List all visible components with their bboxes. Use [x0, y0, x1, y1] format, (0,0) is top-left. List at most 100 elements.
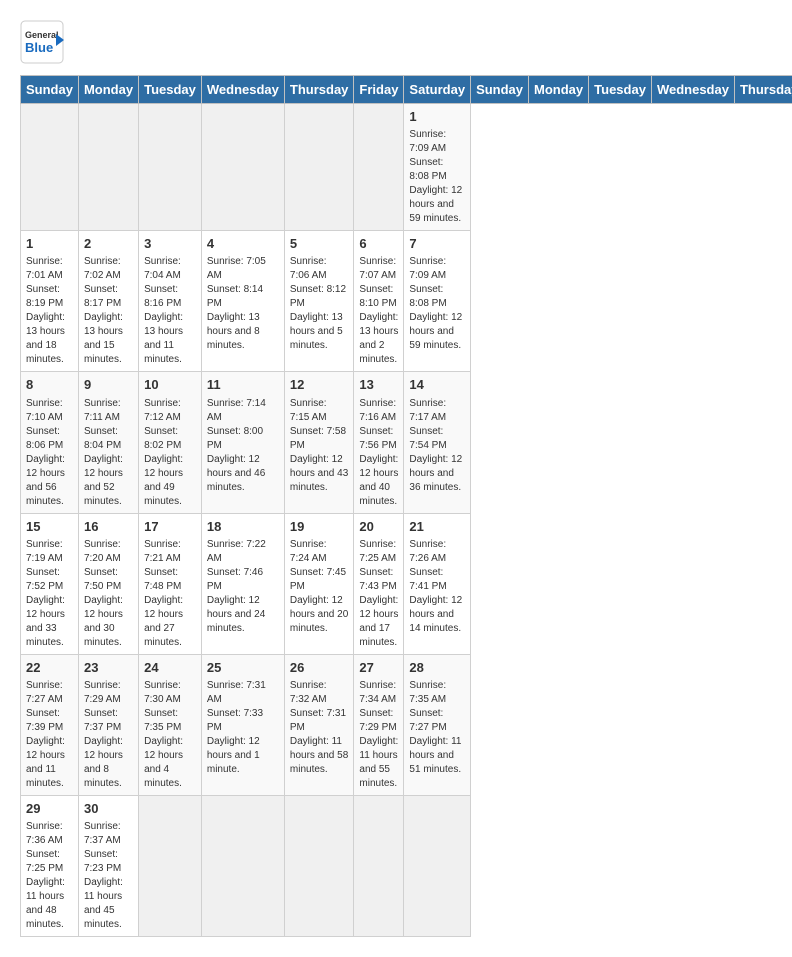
- day-number: 27: [359, 659, 398, 677]
- day-number: 17: [144, 518, 196, 536]
- column-header-saturday: Saturday: [404, 76, 471, 104]
- day-info: Sunrise: 7:35 AM Sunset: 7:27 PM Dayligh…: [409, 679, 465, 777]
- calendar-cell: 8 Sunrise: 7:10 AM Sunset: 8:06 PM Daylig…: [21, 372, 79, 513]
- day-number: 26: [290, 659, 349, 677]
- svg-text:Blue: Blue: [25, 40, 53, 55]
- column-header-thursday: Thursday: [284, 76, 354, 104]
- column-header-sunday: Sunday: [471, 76, 529, 104]
- calendar-cell: 1Sunrise: 7:09 AM Sunset: 8:08 PM Daylig…: [404, 104, 471, 231]
- calendar-cell: 7 Sunrise: 7:09 AM Sunset: 8:08 PM Daylig…: [404, 231, 471, 372]
- calendar-cell: [78, 104, 138, 231]
- column-header-monday: Monday: [78, 76, 138, 104]
- day-info: Sunrise: 7:01 AM Sunset: 8:19 PM Dayligh…: [26, 255, 73, 367]
- calendar-cell: 5 Sunrise: 7:06 AM Sunset: 8:12 PM Daylig…: [284, 231, 354, 372]
- calendar-week-2: 1 Sunrise: 7:01 AM Sunset: 8:19 PM Daylig…: [21, 231, 792, 372]
- calendar-cell: [201, 104, 284, 231]
- day-number: 1: [26, 235, 73, 253]
- day-info: Sunrise: 7:37 AM Sunset: 7:23 PM Dayligh…: [84, 820, 133, 932]
- day-number: 14: [409, 376, 465, 394]
- day-info: Sunrise: 7:22 AM Sunset: 7:46 PM Dayligh…: [207, 538, 279, 636]
- day-number: 12: [290, 376, 349, 394]
- calendar-cell: [139, 795, 202, 936]
- day-number: 13: [359, 376, 398, 394]
- day-info: Sunrise: 7:10 AM Sunset: 8:06 PM Dayligh…: [26, 397, 73, 509]
- day-number: 16: [84, 518, 133, 536]
- day-number: 21: [409, 518, 465, 536]
- calendar-cell: [21, 104, 79, 231]
- day-number: 28: [409, 659, 465, 677]
- day-number: 18: [207, 518, 279, 536]
- column-header-tuesday: Tuesday: [139, 76, 202, 104]
- calendar-cell: 29 Sunrise: 7:36 AM Sunset: 7:25 PM Dayli…: [21, 795, 79, 936]
- calendar-cell: 10 Sunrise: 7:12 AM Sunset: 8:02 PM Dayli…: [139, 372, 202, 513]
- calendar-cell: 30 Sunrise: 7:37 AM Sunset: 7:23 PM Dayli…: [78, 795, 138, 936]
- calendar-cell: 3Sunrise: 7:04 AM Sunset: 8:16 PM Daylig…: [139, 231, 202, 372]
- column-header-wednesday: Wednesday: [201, 76, 284, 104]
- day-info: Sunrise: 7:06 AM Sunset: 8:12 PM Dayligh…: [290, 255, 349, 353]
- day-number: 10: [144, 376, 196, 394]
- day-number: 30: [84, 800, 133, 818]
- day-number: 4: [207, 235, 279, 253]
- calendar-cell: 14Sunrise: 7:17 AM Sunset: 7:54 PM Dayli…: [404, 372, 471, 513]
- day-number: 6: [359, 235, 398, 253]
- calendar-cell: 20Sunrise: 7:25 AM Sunset: 7:43 PM Dayli…: [354, 513, 404, 654]
- day-info: Sunrise: 7:14 AM Sunset: 8:00 PM Dayligh…: [207, 397, 279, 495]
- day-number: 3: [144, 235, 196, 253]
- day-info: Sunrise: 7:20 AM Sunset: 7:50 PM Dayligh…: [84, 538, 133, 650]
- calendar-cell: 26 Sunrise: 7:32 AM Sunset: 7:31 PM Dayli…: [284, 654, 354, 795]
- day-info: Sunrise: 7:05 AM Sunset: 8:14 PM Dayligh…: [207, 255, 279, 353]
- calendar-cell: 1 Sunrise: 7:01 AM Sunset: 8:19 PM Daylig…: [21, 231, 79, 372]
- column-header-friday: Friday: [354, 76, 404, 104]
- day-info: Sunrise: 7:09 AM Sunset: 8:08 PM Dayligh…: [409, 128, 465, 226]
- logo-svg: General Blue: [20, 20, 110, 65]
- day-info: Sunrise: 7:02 AM Sunset: 8:17 PM Dayligh…: [84, 255, 133, 367]
- calendar-cell: 25Sunrise: 7:31 AM Sunset: 7:33 PM Dayli…: [201, 654, 284, 795]
- column-header-wednesday: Wednesday: [651, 76, 734, 104]
- day-number: 29: [26, 800, 73, 818]
- day-info: Sunrise: 7:36 AM Sunset: 7:25 PM Dayligh…: [26, 820, 73, 932]
- calendar-cell: 9Sunrise: 7:11 AM Sunset: 8:04 PM Daylig…: [78, 372, 138, 513]
- calendar-cell: [139, 104, 202, 231]
- page-header: General Blue: [20, 20, 772, 65]
- day-info: Sunrise: 7:26 AM Sunset: 7:41 PM Dayligh…: [409, 538, 465, 636]
- day-info: Sunrise: 7:16 AM Sunset: 7:56 PM Dayligh…: [359, 397, 398, 509]
- day-info: Sunrise: 7:09 AM Sunset: 8:08 PM Dayligh…: [409, 255, 465, 353]
- calendar-cell: 6Sunrise: 7:07 AM Sunset: 8:10 PM Daylig…: [354, 231, 404, 372]
- day-number: 22: [26, 659, 73, 677]
- day-info: Sunrise: 7:12 AM Sunset: 8:02 PM Dayligh…: [144, 397, 196, 509]
- day-number: 5: [290, 235, 349, 253]
- calendar-cell: 12 Sunrise: 7:15 AM Sunset: 7:58 PM Dayli…: [284, 372, 354, 513]
- column-header-monday: Monday: [529, 76, 589, 104]
- calendar-week-6: 29 Sunrise: 7:36 AM Sunset: 7:25 PM Dayli…: [21, 795, 792, 936]
- column-header-sunday: Sunday: [21, 76, 79, 104]
- calendar-cell: 18 Sunrise: 7:22 AM Sunset: 7:46 PM Dayli…: [201, 513, 284, 654]
- calendar-cell: 13 Sunrise: 7:16 AM Sunset: 7:56 PM Dayli…: [354, 372, 404, 513]
- calendar-cell: 28 Sunrise: 7:35 AM Sunset: 7:27 PM Dayli…: [404, 654, 471, 795]
- calendar-cell: 27 Sunrise: 7:34 AM Sunset: 7:29 PM Dayli…: [354, 654, 404, 795]
- calendar-cell: 11 Sunrise: 7:14 AM Sunset: 8:00 PM Dayli…: [201, 372, 284, 513]
- day-number: 2: [84, 235, 133, 253]
- calendar-week-4: 15Sunrise: 7:19 AM Sunset: 7:52 PM Dayli…: [21, 513, 792, 654]
- calendar-cell: 21 Sunrise: 7:26 AM Sunset: 7:41 PM Dayli…: [404, 513, 471, 654]
- calendar-cell: 2 Sunrise: 7:02 AM Sunset: 8:17 PM Daylig…: [78, 231, 138, 372]
- day-info: Sunrise: 7:15 AM Sunset: 7:58 PM Dayligh…: [290, 397, 349, 495]
- day-info: Sunrise: 7:21 AM Sunset: 7:48 PM Dayligh…: [144, 538, 196, 650]
- calendar-cell: 24Sunrise: 7:30 AM Sunset: 7:35 PM Dayli…: [139, 654, 202, 795]
- day-info: Sunrise: 7:34 AM Sunset: 7:29 PM Dayligh…: [359, 679, 398, 791]
- day-number: 19: [290, 518, 349, 536]
- day-number: 11: [207, 376, 279, 394]
- calendar-table: SundayMondayTuesdayWednesdayThursdayFrid…: [20, 75, 792, 937]
- day-number: 8: [26, 376, 73, 394]
- day-number: 7: [409, 235, 465, 253]
- calendar-cell: [284, 795, 354, 936]
- calendar-cell: 19Sunrise: 7:24 AM Sunset: 7:45 PM Dayli…: [284, 513, 354, 654]
- day-info: Sunrise: 7:32 AM Sunset: 7:31 PM Dayligh…: [290, 679, 349, 777]
- day-info: Sunrise: 7:29 AM Sunset: 7:37 PM Dayligh…: [84, 679, 133, 791]
- calendar-header-row: SundayMondayTuesdayWednesdayThursdayFrid…: [21, 76, 792, 104]
- calendar-cell: 23Sunrise: 7:29 AM Sunset: 7:37 PM Dayli…: [78, 654, 138, 795]
- day-number: 24: [144, 659, 196, 677]
- day-info: Sunrise: 7:27 AM Sunset: 7:39 PM Dayligh…: [26, 679, 73, 791]
- calendar-cell: 15Sunrise: 7:19 AM Sunset: 7:52 PM Dayli…: [21, 513, 79, 654]
- calendar-cell: 22 Sunrise: 7:27 AM Sunset: 7:39 PM Dayli…: [21, 654, 79, 795]
- day-number: 15: [26, 518, 73, 536]
